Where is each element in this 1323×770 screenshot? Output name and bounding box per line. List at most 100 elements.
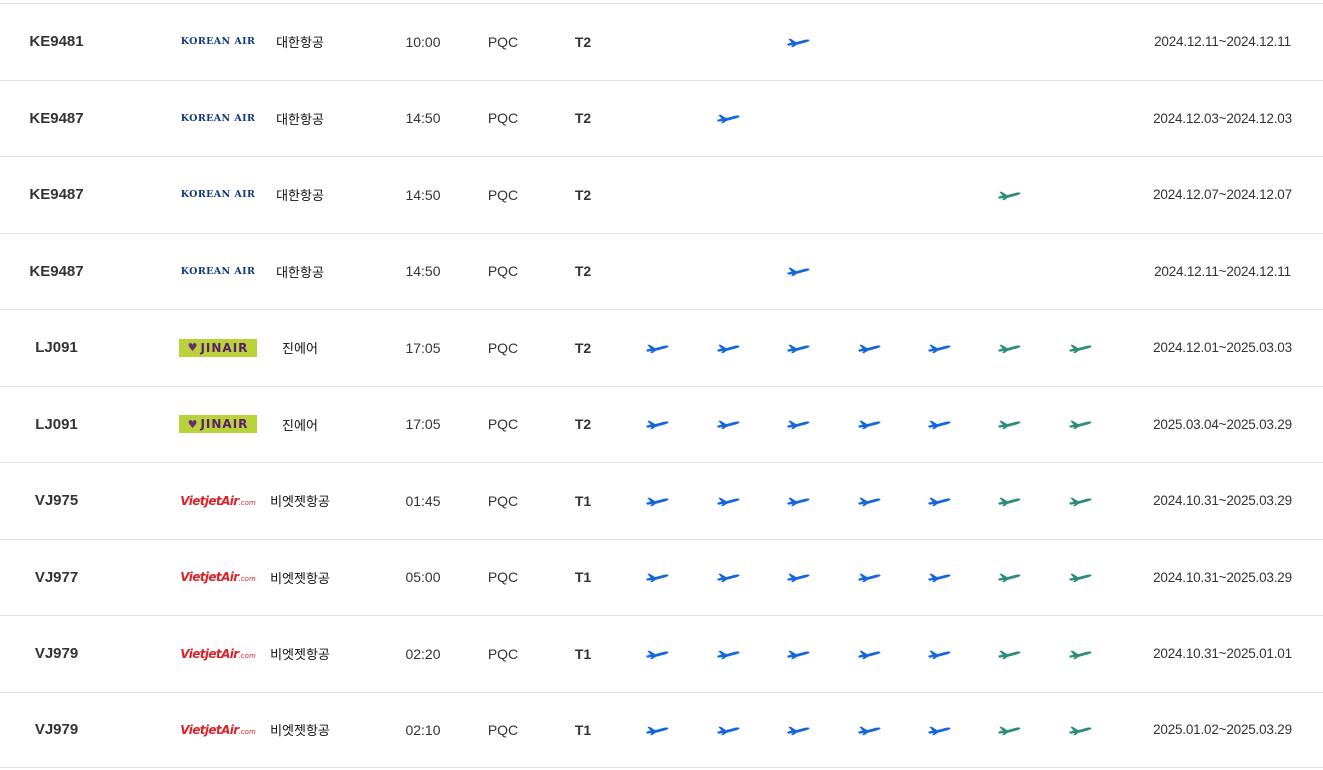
operating-day-cell <box>919 387 959 463</box>
airline-name: 대한항공 <box>276 111 324 127</box>
terminal: T2 <box>574 339 592 356</box>
airplane-icon <box>645 344 669 353</box>
operating-day-cell <box>989 540 1029 616</box>
operating-day-cell <box>989 4 1029 80</box>
operating-day-cell <box>778 157 818 233</box>
operating-day-cell <box>989 234 1029 310</box>
airplane-icon <box>716 574 740 583</box>
vietjet-logo-text: VietjetAir <box>180 722 239 737</box>
operating-day-cell <box>778 540 818 616</box>
table-row: KE9487 KOREAN AIR 대한항공 14:50 PQC T2 2024.12.03… <box>0 79 1323 157</box>
operating-day-cell <box>708 463 748 539</box>
operating-period: 2025.01.02~2025.03.29 <box>1153 722 1292 738</box>
operating-day-cell <box>849 310 889 386</box>
flight-number: KE9487 <box>29 109 84 127</box>
operating-day-cell <box>1060 616 1100 692</box>
airplane-icon <box>997 574 1021 583</box>
operating-day-cell <box>989 81 1029 157</box>
operating-day-cell <box>1060 540 1100 616</box>
operating-period: 2024.12.07~2024.12.07 <box>1153 187 1292 203</box>
airplane-icon <box>1068 344 1092 353</box>
operating-day-cell <box>637 540 677 616</box>
operating-day-cell <box>708 157 748 233</box>
operating-day-cell <box>708 616 748 692</box>
vietjet-logo-suffix: .com <box>238 575 256 584</box>
airplane-icon <box>927 497 951 506</box>
operating-day-cell <box>989 157 1029 233</box>
airplane-icon <box>645 650 669 659</box>
airplane-icon <box>857 650 881 659</box>
operating-day-cell <box>708 310 748 386</box>
airline-logo: ♥ JINAIR <box>170 310 266 386</box>
operating-day-cell <box>989 693 1029 768</box>
airline-logo: KOREAN AIR <box>170 157 266 233</box>
airline-name: 진에어 <box>282 417 318 433</box>
airline-name: 비엣젯항공 <box>270 494 330 510</box>
airplane-icon <box>645 421 669 430</box>
departure-time: 10:00 <box>405 33 441 50</box>
operating-day-cell <box>708 387 748 463</box>
airplane-icon <box>1068 421 1092 430</box>
airline-logo: VietjetAir.com <box>170 693 266 768</box>
operating-day-cell <box>849 234 889 310</box>
operating-period: 2024.12.11~2024.12.11 <box>1154 34 1291 50</box>
departure-time: 14:50 <box>405 186 441 203</box>
jin-air-logo-text: JINAIR <box>200 340 249 355</box>
table-row: VJ975 VietjetAir.com 비엣젯항공 01:45 PQC T1 2024.1… <box>0 462 1323 539</box>
destination-code: PQC <box>487 492 519 509</box>
airplane-icon <box>927 344 951 353</box>
operating-day-cell <box>637 387 677 463</box>
terminal: T1 <box>574 569 592 586</box>
terminal: T2 <box>574 33 592 50</box>
table-row: VJ977 VietjetAir.com 비엣젯항공 05:00 PQC T1 2024.1… <box>0 538 1323 616</box>
vietjet-logo-suffix: .com <box>238 651 256 660</box>
airplane-icon <box>997 650 1021 659</box>
airplane-icon <box>927 726 951 735</box>
departure-time: 17:05 <box>405 339 441 356</box>
operating-day-cell <box>778 4 818 80</box>
korean-air-logo-text: KOREAN AIR <box>180 189 256 201</box>
flight-number: VJ979 <box>34 721 79 739</box>
korean-air-logo-text: KOREAN AIR <box>180 36 256 48</box>
airplane-icon <box>927 574 951 583</box>
jin-air-logo-text: JINAIR <box>200 417 249 432</box>
airplane-icon <box>857 344 881 353</box>
butterfly-icon: ♥ <box>187 417 199 431</box>
korean-air-logo: KOREAN AIR <box>181 113 256 124</box>
departure-time: 17:05 <box>405 416 441 433</box>
flight-number: KE9487 <box>29 186 84 204</box>
terminal: T1 <box>574 645 592 662</box>
airplane-icon <box>716 344 740 353</box>
departure-time: 01:45 <box>405 492 441 509</box>
operating-day-cell <box>637 693 677 768</box>
terminal: T1 <box>574 492 592 509</box>
table-row: VJ979 VietjetAir.com 비엣젯항공 02:20 PQC T1 2024.1… <box>0 615 1323 692</box>
flight-schedule-table: KE9481 KOREAN AIR 대한항공 10:00 PQC T2 2024.12.11… <box>0 3 1323 768</box>
operating-day-cell <box>778 234 818 310</box>
operating-day-cell <box>637 310 677 386</box>
operating-day-cell <box>637 4 677 80</box>
operating-day-cell <box>1060 157 1100 233</box>
korean-air-logo: KOREAN AIR <box>181 36 256 47</box>
operating-day-cell <box>989 616 1029 692</box>
operating-period: 2024.12.11~2024.12.11 <box>1154 263 1291 279</box>
operating-day-cell <box>778 81 818 157</box>
airplane-icon <box>1068 574 1092 583</box>
airplane-icon <box>786 726 810 735</box>
airplane-icon <box>997 344 1021 353</box>
operating-period: 2024.12.01~2025.03.03 <box>1153 340 1292 356</box>
airplane-icon <box>1068 650 1092 659</box>
airline-logo: ♥ JINAIR <box>170 387 266 463</box>
terminal: T2 <box>574 263 592 280</box>
operating-day-cell <box>849 81 889 157</box>
butterfly-icon: ♥ <box>187 341 199 355</box>
departure-time: 05:00 <box>405 569 441 586</box>
operating-period: 2025.03.04~2025.03.29 <box>1153 416 1292 432</box>
vietjet-air-logo: VietjetAir.com <box>180 570 256 584</box>
airplane-icon <box>716 421 740 430</box>
operating-day-cell <box>849 463 889 539</box>
operating-day-cell <box>708 540 748 616</box>
vietjet-air-logo: VietjetAir.com <box>180 723 256 737</box>
destination-code: PQC <box>487 416 519 433</box>
airplane-icon <box>716 726 740 735</box>
